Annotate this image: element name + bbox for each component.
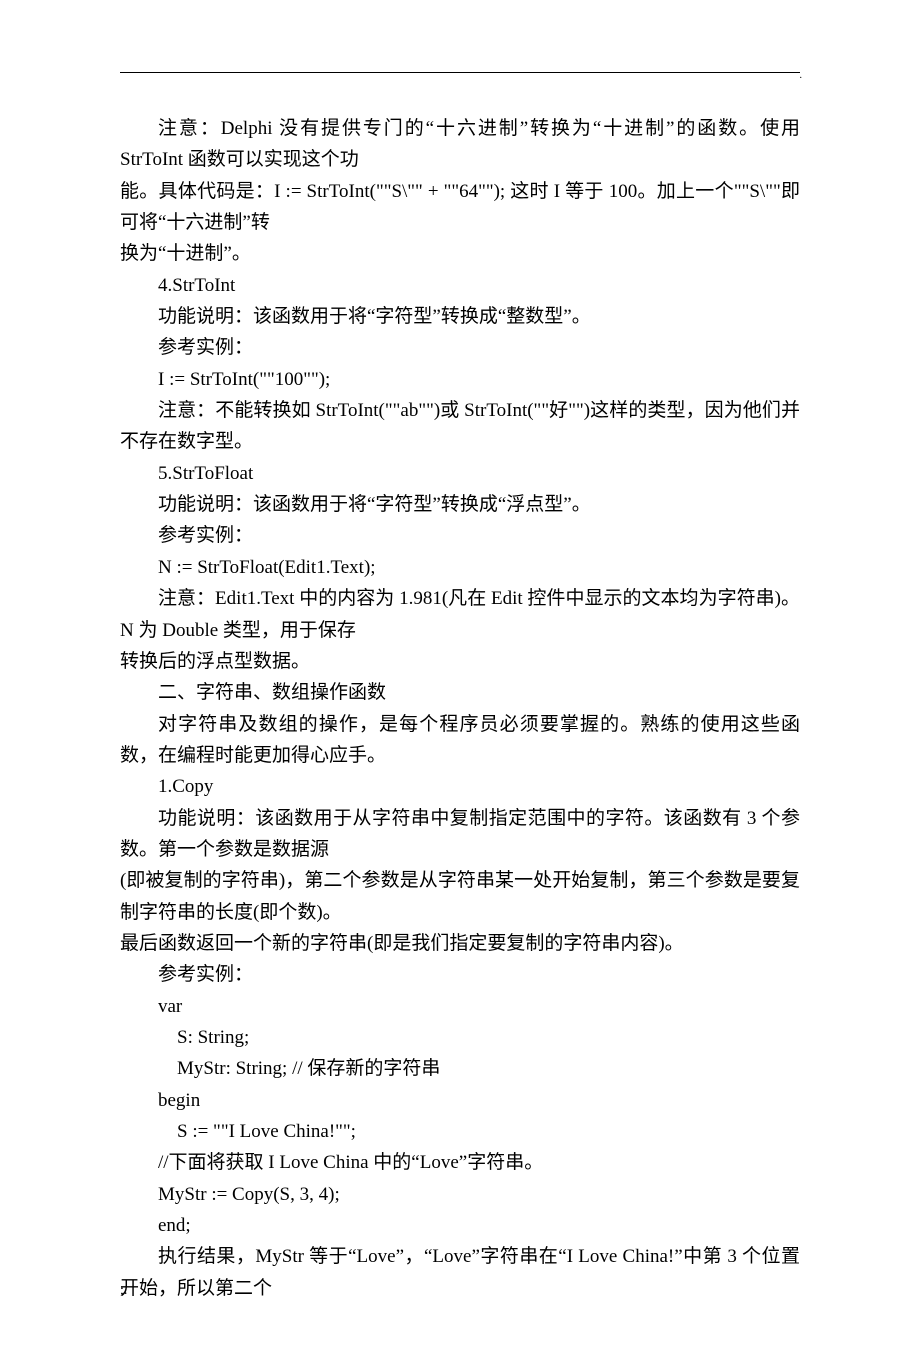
- text-line: 注意：Delphi 没有提供专门的“十六进制”转换为“十进制”的函数。使用 St…: [120, 113, 800, 176]
- text-line: 5.StrToFloat: [120, 458, 800, 489]
- text-line: 最后函数返回一个新的字符串(即是我们指定要复制的字符串内容)。: [120, 928, 800, 959]
- text-line: begin: [120, 1085, 800, 1116]
- text-line: 功能说明：该函数用于将“字符型”转换成“整数型”。: [120, 301, 800, 332]
- text-line: end;: [120, 1210, 800, 1241]
- text-line: MyStr := Copy(S, 3, 4);: [120, 1179, 800, 1210]
- document-page: . 注意：Delphi 没有提供专门的“十六进制”转换为“十进制”的函数。使用 …: [0, 0, 920, 1364]
- text-line: 功能说明：该函数用于从字符串中复制指定范围中的字符。该函数有 3 个参数。第一个…: [120, 803, 800, 866]
- text-line: 注意：不能转换如 StrToInt(""ab"")或 StrToInt(""好"…: [120, 395, 800, 458]
- text-line: MyStr: String; // 保存新的字符串: [120, 1053, 800, 1084]
- text-line: 功能说明：该函数用于将“字符型”转换成“浮点型”。: [120, 489, 800, 520]
- footer-text: ;.: [120, 1279, 127, 1302]
- text-line: 注意：Edit1.Text 中的内容为 1.981(凡在 Edit 控件中显示的…: [120, 583, 800, 646]
- text-line: 执行结果，MyStr 等于“Love”，“Love”字符串在“I Love Ch…: [120, 1241, 800, 1304]
- text-line: 对字符串及数组的操作，是每个程序员必须要掌握的。熟练的使用这些函数，在编程时能更…: [120, 709, 800, 772]
- text-line: //下面将获取 I Love China 中的“Love”字符串。: [120, 1147, 800, 1178]
- text-line: 1.Copy: [120, 771, 800, 802]
- text-line: 换为“十进制”。: [120, 238, 800, 269]
- header-rule: .: [120, 72, 800, 73]
- text-line: S: String;: [120, 1022, 800, 1053]
- text-line: 参考实例：: [120, 332, 800, 363]
- body-text: 注意：Delphi 没有提供专门的“十六进制”转换为“十进制”的函数。使用 St…: [120, 113, 800, 1304]
- text-line: I := StrToInt(""100"");: [120, 364, 800, 395]
- text-line: N := StrToFloat(Edit1.Text);: [120, 552, 800, 583]
- text-line: var: [120, 991, 800, 1022]
- text-line: 转换后的浮点型数据。: [120, 646, 800, 677]
- text-line: (即被复制的字符串)，第二个参数是从字符串某一处开始复制，第三个参数是要复制字符…: [120, 865, 800, 928]
- text-line: 能。具体代码是：I := StrToInt(""S\"" + ""64""); …: [120, 176, 800, 239]
- text-line: S := ""I Love China!"";: [120, 1116, 800, 1147]
- text-line: 二、字符串、数组操作函数: [120, 677, 800, 708]
- text-line: 参考实例：: [120, 520, 800, 551]
- header-dot: .: [800, 68, 803, 85]
- text-line: 参考实例：: [120, 959, 800, 990]
- text-line: 4.StrToInt: [120, 270, 800, 301]
